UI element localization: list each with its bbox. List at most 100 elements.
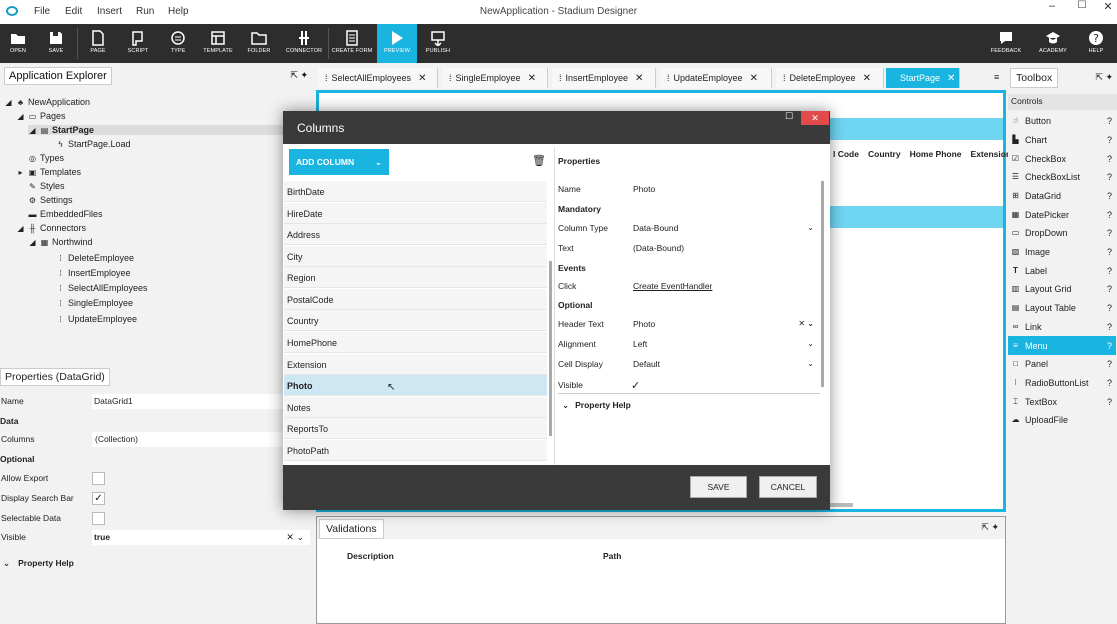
page-button[interactable]: PAGE	[80, 24, 116, 63]
delete-trash-icon[interactable]: 🗑	[532, 154, 546, 167]
toolbox-item-checkbox[interactable]: ☑ CheckBox?	[1008, 149, 1116, 168]
type-button[interactable]: TYPE	[160, 24, 196, 63]
toolbox-item-image[interactable]: ▧ Image?	[1008, 242, 1116, 261]
close-tab-icon[interactable]: ✕	[863, 73, 871, 84]
tree-item-embeddedfiles[interactable]: ▬ EmbeddedFiles	[28, 209, 103, 219]
help-icon[interactable]: ?	[1107, 378, 1112, 388]
toolbox-item-datagrid[interactable]: ⊞ DataGrid?	[1008, 186, 1116, 205]
open-button[interactable]: OPEN	[0, 24, 36, 63]
tree-item-query[interactable]: ⁞ DeleteEmployee	[56, 253, 134, 263]
column-item[interactable]: Extension	[284, 354, 547, 375]
template-button[interactable]: TEMPLATE	[200, 24, 236, 63]
expand-arrow-icon[interactable]: ◢	[28, 238, 37, 247]
columns-collection-input[interactable]: (Collection)	[92, 431, 310, 447]
name-input[interactable]: DataGrid1	[92, 393, 310, 409]
dialog-maximize-icon[interactable]: ☐	[779, 111, 799, 125]
help-button[interactable]: ? HELP	[1078, 24, 1114, 63]
toolbox-item-datepicker[interactable]: ▦ DatePicker?	[1008, 205, 1116, 224]
help-icon[interactable]: ?	[1107, 247, 1112, 257]
clear-expression-icon[interactable]: ✕ ⌄	[798, 316, 814, 332]
toolbox-item-textbox[interactable]: ⌶ TextBox?	[1008, 392, 1116, 411]
save-button[interactable]: SAVE	[38, 24, 74, 63]
tree-item-templates[interactable]: ▸ ▣ Templates	[16, 167, 81, 177]
expand-arrow-icon[interactable]: ◢	[4, 98, 13, 107]
expand-arrow-icon[interactable]: ◢	[16, 224, 25, 233]
allow-export-checkbox[interactable]	[92, 471, 105, 485]
create-form-button[interactable]: CREATE FORM	[330, 24, 374, 63]
help-icon[interactable]: ?	[1107, 359, 1112, 369]
folder-button[interactable]: FOLDER	[241, 24, 277, 63]
text-input[interactable]: (Data-Bound)	[631, 240, 818, 256]
toolbox-item-link[interactable]: ∞ Link?	[1008, 317, 1116, 336]
column-type-select[interactable]: Data-Bound ⌄	[631, 220, 818, 236]
toolbox-item-dropdown[interactable]: ▭ DropDown?	[1008, 223, 1116, 242]
column-item-selected[interactable]: Photo	[284, 375, 547, 396]
visible-checkbox[interactable]: ✓	[631, 379, 640, 392]
collapse-arrow-icon[interactable]: ▸	[16, 168, 25, 177]
expand-arrow-icon[interactable]: ◢	[28, 126, 37, 135]
column-item[interactable]: HireDate	[284, 203, 547, 224]
expand-arrow-icon[interactable]: ◢	[16, 112, 25, 121]
toolbox-item-chart[interactable]: ▙ Chart?	[1008, 130, 1116, 149]
tab-singleemployee[interactable]: ⁞ SingleEmployee ✕	[442, 68, 548, 88]
toolbox-item-menu[interactable]: ≡ Menu?	[1008, 336, 1116, 355]
cancel-button[interactable]: CANCEL	[759, 476, 817, 498]
help-icon[interactable]: ?	[1107, 341, 1112, 351]
help-icon[interactable]: ?	[1107, 154, 1112, 164]
tree-item-newapplication[interactable]: ◢ ♣ NewApplication	[4, 97, 90, 107]
help-icon[interactable]: ?	[1107, 172, 1112, 182]
help-icon[interactable]: ?	[1107, 322, 1112, 332]
tree-item-startpage-load[interactable]: ϟ StartPage.Load	[56, 139, 130, 149]
close-tab-icon[interactable]: ✕	[528, 73, 536, 84]
dialog-close-icon[interactable]: ✕	[801, 111, 829, 125]
toolbox-item-panel[interactable]: □ Panel?	[1008, 354, 1116, 373]
help-icon[interactable]: ?	[1107, 228, 1112, 238]
maximize-icon[interactable]: ☐	[1072, 0, 1092, 11]
cell-display-select[interactable]: Default ⌄	[631, 356, 818, 372]
alignment-select[interactable]: Left ⌄	[631, 336, 818, 352]
feedback-button[interactable]: FEEDBACK	[986, 24, 1026, 63]
close-tab-icon[interactable]: ✕	[635, 73, 643, 84]
close-tab-icon[interactable]: ✕	[750, 73, 758, 84]
toolbox-item-radiobuttonlist[interactable]: ⁝ RadioButtonList?	[1008, 373, 1116, 392]
column-item[interactable]: PhotoPath	[284, 440, 547, 461]
script-button[interactable]: SCRIPT	[120, 24, 156, 63]
column-item[interactable]: Country	[284, 310, 547, 331]
tree-item-pages[interactable]: ◢ ▭ Pages	[16, 111, 65, 121]
help-icon[interactable]: ?	[1107, 191, 1112, 201]
tab-startpage[interactable]: StartPage ✕	[886, 68, 960, 88]
tree-item-settings[interactable]: ⚙ Settings	[28, 195, 73, 205]
column-name-input[interactable]: Photo	[631, 181, 818, 197]
pin-icon[interactable]: ⇱ ✦	[981, 522, 999, 533]
column-item[interactable]: Region	[284, 267, 547, 288]
pin-icon[interactable]: ⇱ ✦	[1095, 72, 1113, 83]
clear-expression-icon[interactable]: ✕ ⌄	[286, 532, 304, 543]
display-search-bar-checkbox[interactable]: ✓	[92, 491, 105, 505]
toolbox-item-layout-grid[interactable]: ▥ Layout Grid?	[1008, 279, 1116, 298]
minimize-icon[interactable]: –	[1042, 0, 1062, 12]
tree-item-query[interactable]: ⁞ InsertEmployee	[56, 268, 130, 278]
help-icon[interactable]: ?	[1107, 284, 1112, 294]
tree-item-query[interactable]: ⁞ SelectAllEmployees	[56, 283, 147, 293]
help-icon[interactable]: ?	[1107, 266, 1112, 276]
tree-item-query[interactable]: ⁞ UpdateEmployee	[56, 314, 137, 324]
help-icon[interactable]: ?	[1107, 116, 1112, 126]
academy-button[interactable]: ACADEMY	[1033, 24, 1073, 63]
column-item[interactable]: PostalCode	[284, 289, 547, 310]
properties-scrollbar[interactable]	[821, 181, 824, 387]
tab-updateemployee[interactable]: ⁞ UpdateEmployee ✕	[660, 68, 772, 88]
toolbox-item-label[interactable]: T Label?	[1008, 261, 1116, 280]
column-item[interactable]: BirthDate	[284, 181, 547, 202]
publish-button[interactable]: PUBLISH	[420, 24, 456, 63]
toolbox-item-uploadfile[interactable]: ☁ UploadFile	[1008, 410, 1116, 429]
tree-item-connectors[interactable]: ◢ ╫ Connectors	[16, 223, 86, 233]
close-window-icon[interactable]: ✕	[1098, 0, 1117, 13]
tab-selectallemployees[interactable]: ⁞ SelectAllEmployees ✕	[318, 68, 438, 88]
help-icon[interactable]: ?	[1107, 135, 1112, 145]
horizontal-scrollbar[interactable]	[829, 503, 853, 507]
preview-button[interactable]: PREVIEW	[377, 24, 417, 63]
column-item[interactable]: HomePhone	[284, 332, 547, 353]
toolbox-item-button[interactable]: ☝ Button?	[1008, 111, 1116, 130]
help-icon[interactable]: ?	[1107, 210, 1112, 220]
close-tab-icon[interactable]: ✕	[947, 73, 955, 84]
